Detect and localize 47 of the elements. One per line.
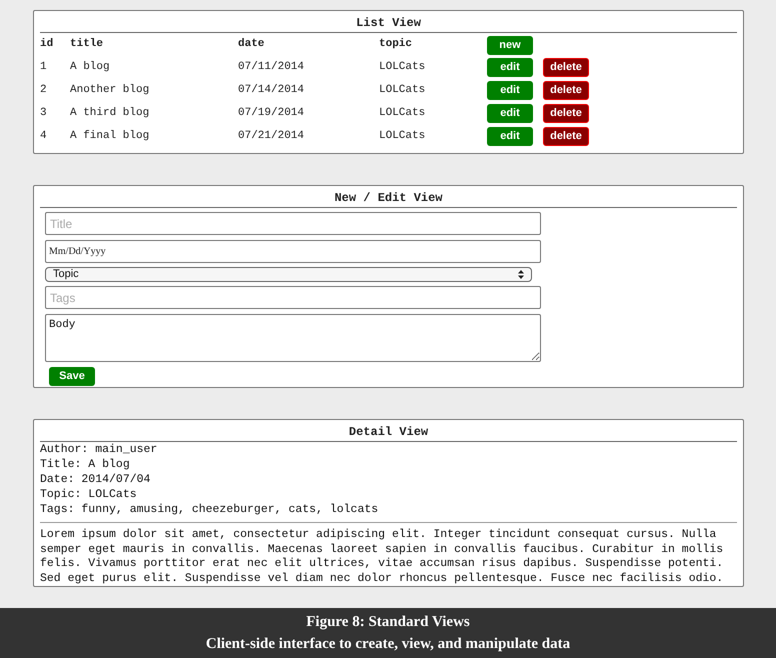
select-arrows-icon (518, 270, 524, 279)
delete-button[interactable]: delete (543, 104, 589, 123)
topic-select[interactable]: Topic (45, 267, 532, 282)
table-cell-text: 07/14/2014 (238, 83, 304, 98)
edit-button[interactable]: edit (487, 58, 533, 77)
panel-title: Detail View (40, 424, 737, 442)
panel-title: New / Edit View (40, 190, 737, 208)
table-cell-text: A third blog (70, 106, 150, 122)
save-button[interactable]: Save (49, 367, 95, 386)
table-cell-text: 2 (40, 83, 47, 98)
edit-button[interactable]: edit (487, 81, 533, 100)
delete-button[interactable]: delete (543, 58, 589, 77)
table-cell-text: 4 (40, 129, 47, 144)
tags-field[interactable]: Tags (45, 286, 541, 309)
delete-button[interactable]: delete (543, 127, 589, 146)
figure-caption-title: Figure 8: Standard Views (306, 613, 470, 632)
date-field[interactable]: Mm/Dd/Yyyy (45, 240, 541, 263)
detail-field: Author: main_user (40, 442, 737, 457)
table-cell-text: 07/11/2014 (238, 60, 304, 76)
detail-field: Date: 2014/07/04 (40, 472, 737, 487)
column-header: id (40, 37, 54, 52)
table-cell-text: 07/21/2014 (238, 129, 304, 144)
edit-button[interactable]: edit (487, 127, 533, 146)
table-cell-text: Another blog (70, 83, 150, 98)
new-button[interactable]: new (487, 36, 533, 55)
body-text: Lorem ipsum dolor sit amet, consectetur adipiscing elit. Integer tincidunt consequat cursus. Nulla semper eget mauris in convallis. Maecenas laoreet sapien in convallis faucibus. Curabitur in mollis felis. Vivamus porttitor erat nec elit ultrices, vitae accumsan risus dapibus. Suspendisse potenti. Sed eget purus elit. Suspendisse vel diam nec dolor rhoncus pellentesque. Fusce nec facilisis odio. (40, 528, 724, 586)
table-cell-text: LOLCats (379, 129, 426, 144)
detail-field: Topic: LOLCats (40, 487, 737, 502)
edit-button[interactable]: edit (487, 104, 533, 123)
panel-title: List View (40, 15, 737, 33)
column-header: topic (379, 37, 412, 52)
title-field[interactable]: Title (45, 212, 541, 235)
table-cell-text: 07/19/2014 (238, 106, 304, 122)
delete-button[interactable]: delete (543, 81, 589, 100)
table-cell-text: A final blog (70, 129, 150, 144)
table-cell-text: 3 (40, 106, 47, 122)
table-cell-text: LOLCats (379, 106, 426, 122)
table-cell-text: LOLCats (379, 60, 426, 76)
table-cell-text: LOLCats (379, 83, 426, 98)
table-cell-text: A blog (70, 60, 110, 76)
detail-field: Tags: funny, amusing, cheezeburger, cats, lolcats (40, 502, 737, 517)
body-field[interactable]: Body (45, 314, 541, 362)
table-cell-text: 1 (40, 60, 47, 76)
column-header: title (70, 37, 104, 52)
column-header: date (238, 37, 264, 52)
figure-caption-subtitle: Client-side interface to create, view, and manipulate data (206, 635, 570, 654)
detail-field: Title: A blog (40, 457, 737, 472)
